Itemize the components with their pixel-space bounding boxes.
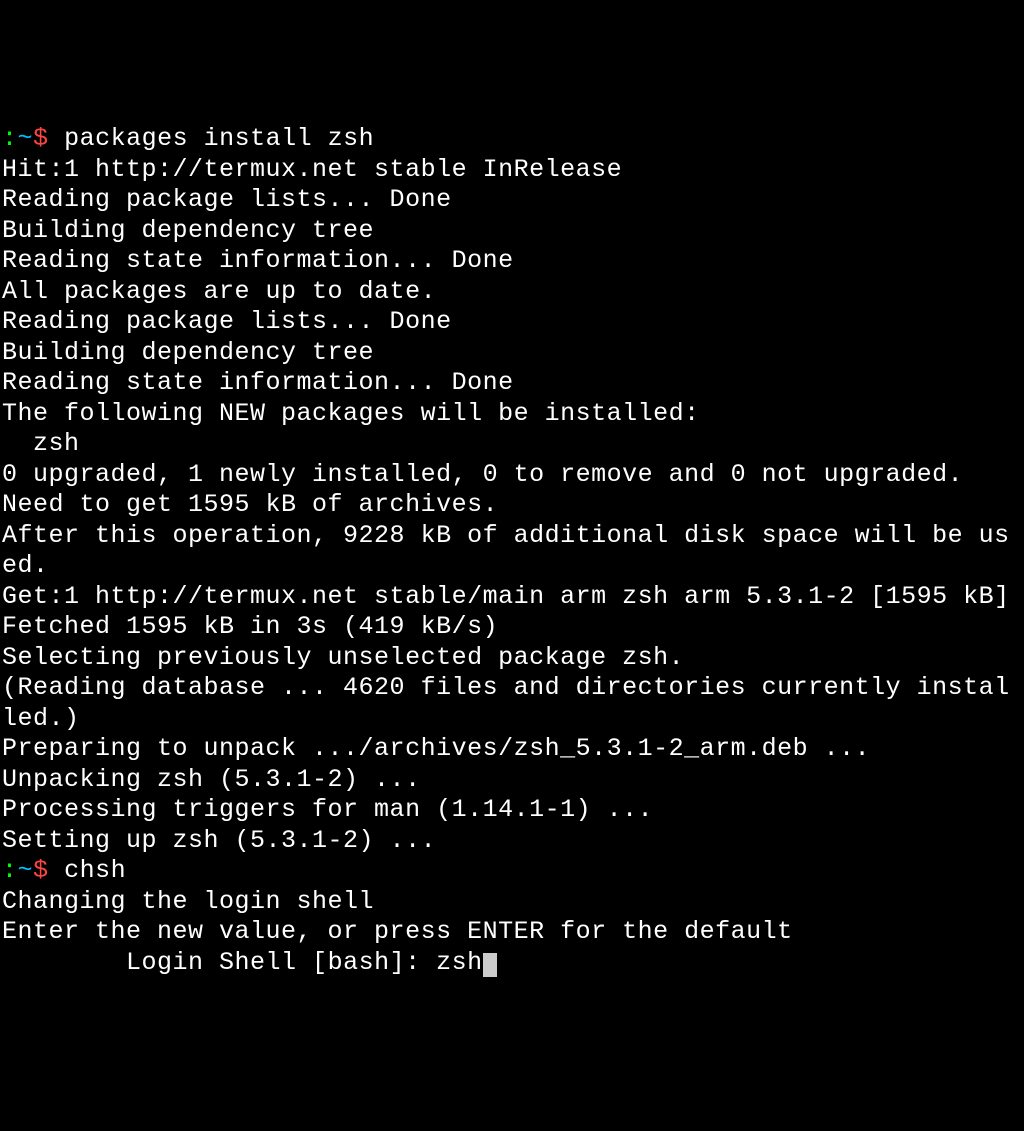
command-text-1: packages install zsh <box>64 124 374 153</box>
prompt-line-2: :~$ chsh <box>2 856 1024 887</box>
output-line: Unpacking zsh (5.3.1-2) ... <box>2 765 1024 796</box>
output-line: Reading package lists... Done <box>2 307 1024 338</box>
output-line: After this operation, 9228 kB of additio… <box>2 521 1024 582</box>
output-line: Reading state information... Done <box>2 246 1024 277</box>
output-line: Reading state information... Done <box>2 368 1024 399</box>
output-line: 0 upgraded, 1 newly installed, 0 to remo… <box>2 460 1024 491</box>
terminal-window[interactable]: :~$ packages install zshHit:1 http://ter… <box>0 122 1024 978</box>
output-line: Need to get 1595 kB of archives. <box>2 490 1024 521</box>
prompt-path: ~ <box>18 856 34 885</box>
login-shell-prompt: Login Shell [bash]: <box>2 948 436 977</box>
output-line: Get:1 http://termux.net stable/main arm … <box>2 582 1024 613</box>
login-shell-input[interactable]: zsh <box>436 948 483 977</box>
output-line: Hit:1 http://termux.net stable InRelease <box>2 155 1024 186</box>
output-line: Enter the new value, or press ENTER for … <box>2 917 1024 948</box>
output-line: Fetched 1595 kB in 3s (419 kB/s) <box>2 612 1024 643</box>
prompt-path: ~ <box>18 124 34 153</box>
command-input-1 <box>49 124 65 153</box>
output-line: Selecting previously unselected package … <box>2 643 1024 674</box>
output-line: Building dependency tree <box>2 216 1024 247</box>
output-line: Setting up zsh (5.3.1-2) ... <box>2 826 1024 857</box>
output-line: Reading package lists... Done <box>2 185 1024 216</box>
prompt-dollar: $ <box>33 124 49 153</box>
output-line: The following NEW packages will be insta… <box>2 399 1024 430</box>
output-line: Preparing to unpack .../archives/zsh_5.3… <box>2 734 1024 765</box>
login-shell-line: Login Shell [bash]: zsh <box>2 948 1024 979</box>
prompt-dollar: $ <box>33 856 49 885</box>
output-line: Building dependency tree <box>2 338 1024 369</box>
prompt-colon: : <box>2 856 18 885</box>
command-input-2 <box>49 856 65 885</box>
prompt-colon: : <box>2 124 18 153</box>
command-text-2: chsh <box>64 856 126 885</box>
output-line: All packages are up to date. <box>2 277 1024 308</box>
output-line: (Reading database ... 4620 files and dir… <box>2 673 1024 734</box>
prompt-line-1: :~$ packages install zsh <box>2 124 1024 155</box>
output-line: zsh <box>2 429 1024 460</box>
output-line: Processing triggers for man (1.14.1-1) .… <box>2 795 1024 826</box>
output-line: Changing the login shell <box>2 887 1024 918</box>
cursor-icon <box>483 953 497 977</box>
